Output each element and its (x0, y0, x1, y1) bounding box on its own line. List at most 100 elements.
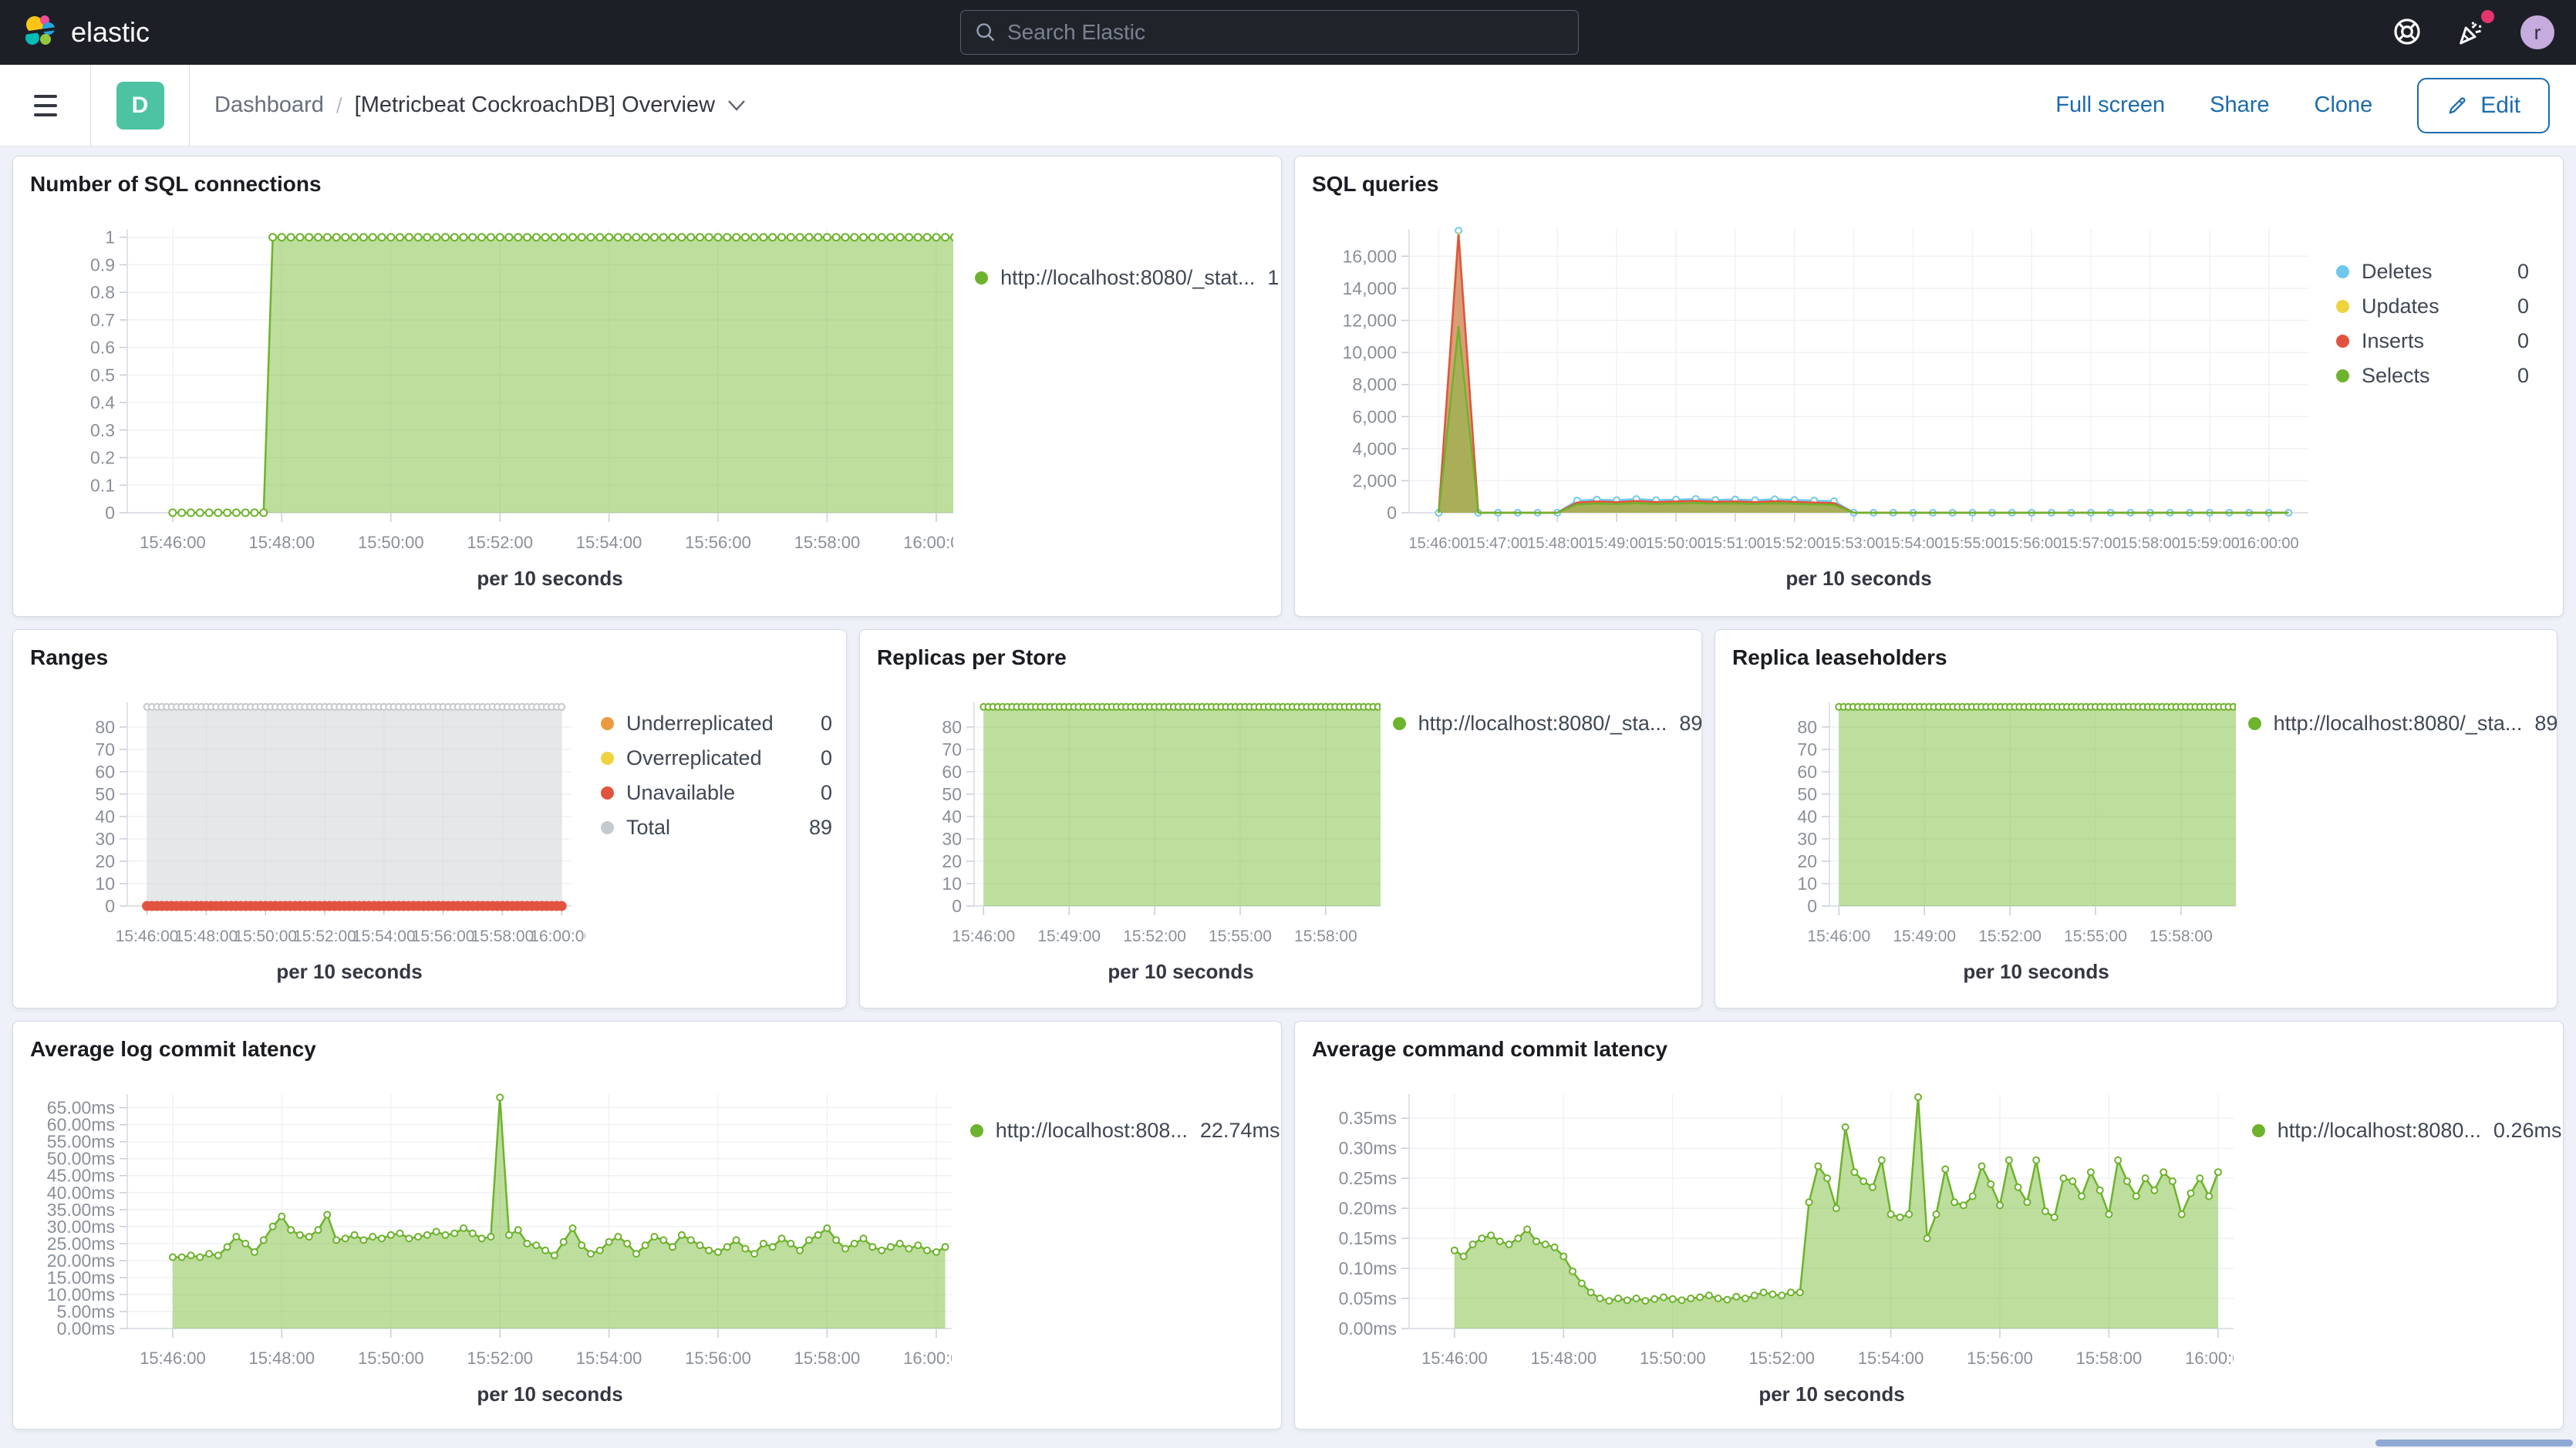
chart-canvas[interactable]: 8070605040302010015:46:0015:49:0015:52:0… (874, 672, 1381, 986)
user-avatar[interactable]: r (2520, 15, 2554, 49)
help-button[interactable] (2392, 17, 2422, 49)
svg-text:15:49:00: 15:49:00 (1586, 535, 1647, 552)
svg-text:15:50:00: 15:50:00 (234, 928, 297, 945)
svg-text:15:56:00: 15:56:00 (412, 928, 475, 945)
svg-text:15:46:00: 15:46:00 (1807, 928, 1870, 945)
legend-label: Updates (2362, 295, 2439, 318)
clone-button[interactable]: Clone (2315, 93, 2373, 118)
svg-text:1: 1 (105, 227, 115, 248)
chart-canvas[interactable]: 8070605040302010015:46:0015:49:0015:52:0… (1729, 672, 2236, 986)
svg-text:0.20ms: 0.20ms (1339, 1198, 1397, 1218)
svg-text:15:53:00: 15:53:00 (1824, 535, 1884, 552)
full-screen-button[interactable]: Full screen (2055, 93, 2165, 118)
page-title: [Metricbeat CockroachDB] Overview (355, 93, 715, 118)
chart-canvas[interactable]: 8070605040302010015:46:0015:48:0015:50:0… (27, 672, 585, 986)
svg-text:0.6: 0.6 (90, 338, 115, 358)
svg-text:15:57:00: 15:57:00 (2061, 535, 2121, 552)
svg-text:15:47:00: 15:47:00 (1468, 535, 1528, 552)
svg-text:30: 30 (95, 829, 115, 849)
legend-item[interactable]: http://localhost:8080/_sta...89 (1393, 712, 1688, 736)
legend-item[interactable]: Total 89 (601, 816, 832, 840)
svg-text:0: 0 (1807, 896, 1817, 916)
legend-item[interactable]: Inserts0 (2336, 329, 2529, 353)
svg-text:15:58:00: 15:58:00 (1294, 928, 1357, 945)
svg-text:per 10 seconds: per 10 seconds (276, 960, 422, 983)
svg-text:15:58:00: 15:58:00 (471, 928, 534, 945)
panel-title: Average command commit latency (1312, 1037, 2546, 1062)
search-input[interactable] (1007, 20, 1564, 45)
legend-item[interactable]: http://localhost:8080/_sta...89 (2248, 712, 2543, 736)
legend-dot (601, 752, 614, 765)
svg-text:15:48:00: 15:48:00 (248, 1349, 315, 1368)
svg-text:15:52:00: 15:52:00 (1748, 1349, 1815, 1368)
svg-text:15:58:00: 15:58:00 (2149, 928, 2213, 945)
legend-value: 0 (821, 746, 832, 770)
dashboard-toolbar: D Dashboard / [Metricbeat CockroachDB] O… (0, 65, 2576, 146)
svg-text:60: 60 (942, 762, 962, 782)
legend-item[interactable]: Unavailable0 (601, 781, 832, 805)
chart-canvas[interactable]: 16,00014,00012,00010,0008,0006,0004,0002… (1309, 198, 2327, 593)
legend-label: http://localhost:808... (996, 1119, 1188, 1143)
svg-text:15:52:00: 15:52:00 (467, 533, 533, 552)
svg-text:15:54:00: 15:54:00 (576, 533, 642, 552)
svg-text:15:52:00: 15:52:00 (293, 928, 356, 945)
svg-text:0: 0 (1387, 503, 1397, 523)
legend-item[interactable]: http://localhost:808...22.74ms (970, 1119, 1267, 1143)
breadcrumb: Dashboard / [Metricbeat CockroachDB] Ove… (214, 93, 746, 118)
legend-dot (1393, 717, 1406, 730)
svg-text:0.2: 0.2 (90, 448, 115, 468)
search-bar[interactable] (960, 10, 1579, 55)
search-icon (975, 22, 996, 43)
panel-sql-queries: SQL queries 16,00014,00012,00010,0008,00… (1294, 156, 2564, 617)
svg-text:16:00:00: 16:00:00 (903, 533, 953, 552)
legend-item[interactable]: Overreplicated0 (601, 746, 832, 770)
breadcrumb-dashboard[interactable]: Dashboard (214, 93, 324, 118)
panel-ranges: Ranges 8070605040302010015:46:0015:48:00… (12, 629, 847, 1009)
legend-item[interactable]: http://localhost:8080/_stat...1 (975, 266, 1267, 290)
svg-text:60: 60 (95, 762, 115, 782)
space-badge[interactable]: D (116, 82, 164, 130)
chart-canvas[interactable]: 0.35ms0.30ms0.25ms0.20ms0.15ms0.10ms0.05… (1309, 1063, 2234, 1409)
panel-title: SQL queries (1312, 172, 2546, 197)
svg-text:15:58:00: 15:58:00 (794, 1349, 861, 1368)
legend-label: http://localhost:8080... (2278, 1119, 2481, 1143)
legend-dot (2336, 335, 2349, 348)
legend-item[interactable]: Selects0 (2336, 364, 2529, 388)
dashboard-grid: Number of SQL connections 10.90.80.70.60… (0, 146, 2576, 1439)
legend-item[interactable]: Underreplicated0 (601, 712, 832, 736)
menu-button[interactable] (34, 95, 57, 116)
svg-text:50: 50 (942, 784, 962, 804)
svg-text:0.25ms: 0.25ms (1339, 1168, 1397, 1188)
svg-text:15:48:00: 15:48:00 (175, 928, 238, 945)
svg-text:15:48:00: 15:48:00 (1527, 535, 1587, 552)
share-button[interactable]: Share (2210, 93, 2269, 118)
legend-item[interactable]: Deletes0 (2336, 260, 2529, 284)
svg-text:per 10 seconds: per 10 seconds (1785, 567, 1931, 590)
elastic-logo[interactable]: elastic (22, 14, 150, 51)
legend-item[interactable]: http://localhost:8080...0.26ms (2252, 1119, 2549, 1143)
legend-item[interactable]: Updates0 (2336, 295, 2529, 318)
svg-text:per 10 seconds: per 10 seconds (1963, 960, 2109, 983)
svg-text:40: 40 (95, 807, 115, 827)
svg-text:per 10 seconds: per 10 seconds (477, 1382, 622, 1406)
legend-label: Total (626, 816, 670, 840)
svg-text:15:54:00: 15:54:00 (1858, 1349, 1924, 1368)
svg-text:0.4: 0.4 (90, 392, 115, 413)
svg-text:20: 20 (1797, 851, 1817, 871)
svg-text:15:58:00: 15:58:00 (794, 533, 861, 552)
chart-legend: http://localhost:8080/_sta...89 (2248, 712, 2543, 986)
svg-text:20: 20 (95, 851, 115, 871)
edit-button[interactable]: Edit (2417, 78, 2550, 133)
legend-value: 0 (2517, 260, 2529, 284)
svg-text:15:50:00: 15:50:00 (358, 1349, 424, 1368)
newsfeed-button[interactable] (2456, 16, 2487, 49)
horizontal-scrollbar[interactable] (2375, 1440, 2573, 1446)
legend-value: 89 (809, 816, 832, 840)
legend-value: 22.74ms (1200, 1119, 1280, 1143)
chart-legend: http://localhost:8080/_sta...89 (1393, 712, 1688, 986)
chart-canvas[interactable]: 10.90.80.70.60.50.40.30.20.1015:46:0015:… (27, 198, 953, 593)
chevron-down-icon[interactable] (727, 99, 746, 112)
chart-canvas[interactable]: 65.00ms60.00ms55.00ms50.00ms45.00ms40.00… (27, 1063, 952, 1409)
svg-text:per 10 seconds: per 10 seconds (1758, 1382, 1904, 1406)
svg-text:15:52:00: 15:52:00 (1123, 928, 1186, 945)
